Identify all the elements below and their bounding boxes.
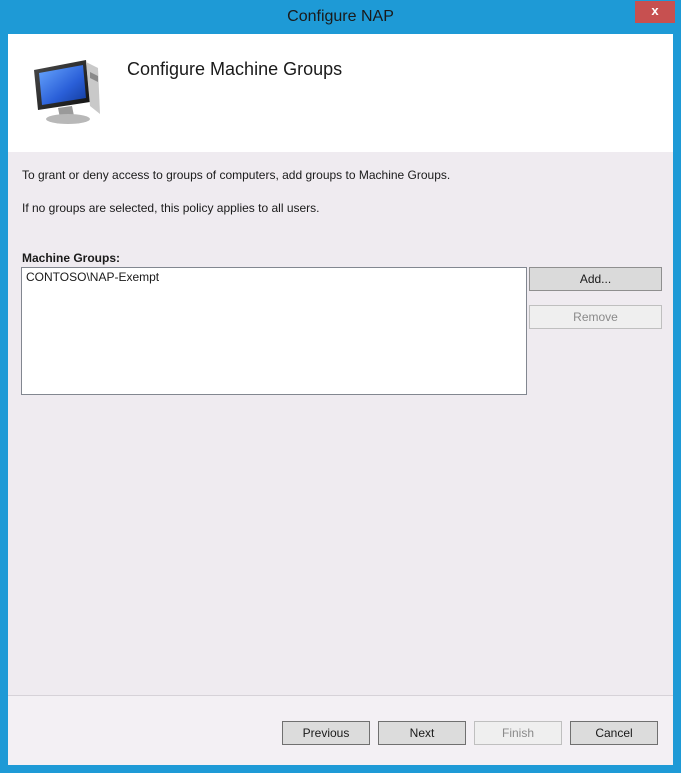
policy-note-text: If no groups are selected, this policy a… bbox=[22, 201, 320, 215]
machine-groups-list[interactable]: CONTOSO\NAP-Exempt bbox=[21, 267, 527, 395]
page-title: Configure Machine Groups bbox=[127, 59, 343, 79]
wizard-header: Configure Machine Groups bbox=[8, 34, 673, 152]
computer-monitor-icon bbox=[34, 60, 100, 124]
close-icon: x bbox=[651, 3, 659, 18]
machine-groups-label: Machine Groups: bbox=[22, 251, 121, 265]
next-button[interactable]: Next bbox=[378, 721, 466, 745]
window-title: Configure NAP bbox=[287, 8, 394, 25]
configure-nap-window: Configure NAP x Configure Machine Groups… bbox=[0, 0, 681, 773]
finish-button[interactable]: Finish bbox=[474, 721, 562, 745]
remove-button[interactable]: Remove bbox=[529, 305, 662, 329]
description-text: To grant or deny access to groups of com… bbox=[22, 168, 451, 182]
footer-divider bbox=[8, 695, 673, 696]
list-item[interactable]: CONTOSO\NAP-Exempt bbox=[22, 268, 526, 286]
title-bar[interactable]: Configure NAP x bbox=[0, 0, 681, 34]
cancel-button[interactable]: Cancel bbox=[570, 721, 658, 745]
close-button[interactable]: x bbox=[635, 1, 675, 23]
add-button[interactable]: Add... bbox=[529, 267, 662, 291]
dialog-client-area: Configure Machine Groups To grant or den… bbox=[8, 34, 673, 765]
previous-button[interactable]: Previous bbox=[282, 721, 370, 745]
